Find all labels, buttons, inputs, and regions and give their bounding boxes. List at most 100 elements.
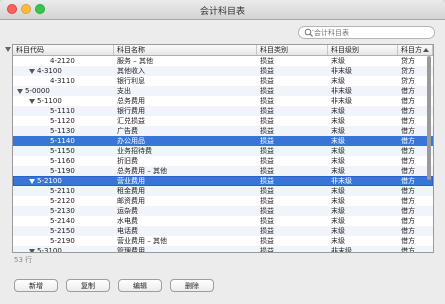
table-row[interactable]: 5-2110 租金费用 损益 末级 借方 xyxy=(13,186,433,196)
cell-level: 末级 xyxy=(331,126,398,136)
cell-direction: 借方 xyxy=(401,196,433,206)
cell-name: 电话费 xyxy=(117,226,257,236)
table-row[interactable]: 5-1140 办公用品 损益 末级 借方 xyxy=(13,136,433,146)
cell-text: 非末级 xyxy=(331,67,352,75)
cell-text: 贷方 xyxy=(401,77,415,85)
cell-code: 5-2120 xyxy=(50,196,114,206)
cell-text: 5-1100 xyxy=(37,97,62,105)
column-header-name[interactable]: 科目名称 xyxy=(114,45,257,55)
cell-level: 非末级 xyxy=(331,246,398,252)
cell-code: 5-1130 xyxy=(50,126,114,136)
cell-text: 借方 xyxy=(401,127,415,135)
cell-level: 非末级 xyxy=(331,86,398,96)
cell-text: 损益 xyxy=(260,157,274,165)
cell-level: 非末级 xyxy=(331,66,398,76)
disclosure-triangle-icon[interactable] xyxy=(29,178,35,184)
table-row[interactable]: 5-1130 广告费 损益 末级 借方 xyxy=(13,126,433,136)
table-row[interactable]: 5-1160 折旧费 损益 末级 借方 xyxy=(13,156,433,166)
table-header: 科目代码 科目名称 科目类别 科目级别 科目方 xyxy=(13,45,433,56)
disclosure-triangle-icon[interactable] xyxy=(29,98,35,104)
cell-text: 5-2110 xyxy=(50,187,75,195)
cell-level: 末级 xyxy=(331,136,398,146)
delete-button[interactable]: 删除 xyxy=(170,279,214,292)
cell-text: 末级 xyxy=(331,127,345,135)
cell-text: 非末级 xyxy=(331,87,352,95)
copy-button[interactable]: 复制 xyxy=(66,279,110,292)
disclosure-triangle-icon[interactable] xyxy=(29,248,35,252)
cell-text: 电话费 xyxy=(117,227,138,235)
cell-code: 5-1120 xyxy=(50,116,114,126)
cell-category: 损益 xyxy=(260,136,328,146)
column-header-level[interactable]: 科目级别 xyxy=(328,45,398,55)
vertical-scrollbar[interactable] xyxy=(427,56,431,180)
column-header-direction[interactable]: 科目方 xyxy=(398,45,433,55)
cell-text: 末级 xyxy=(331,57,345,65)
search-input[interactable] xyxy=(314,27,426,38)
cell-name: 管理费用 xyxy=(117,246,257,252)
cell-code: 5-1150 xyxy=(50,146,114,156)
cell-text: 末级 xyxy=(331,237,345,245)
cell-category: 损益 xyxy=(260,196,328,206)
table-row[interactable]: 5-0000 支出 损益 非末级 借方 xyxy=(13,86,433,96)
table-row[interactable]: 4-3100 其他收入 损益 非末级 贷方 xyxy=(13,66,433,76)
table-row[interactable]: 4-3110 银行利息 损益 末级 贷方 xyxy=(13,76,433,86)
table-row[interactable]: 5-1190 总务费用 – 其他 损益 末级 借方 xyxy=(13,166,433,176)
cell-code: 5-1110 xyxy=(50,106,114,116)
cell-category: 损益 xyxy=(260,66,328,76)
cell-text: 借方 xyxy=(401,97,415,105)
table-row[interactable]: 5-1100 总务费用 损益 非末级 借方 xyxy=(13,96,433,106)
column-header-code[interactable]: 科目代码 xyxy=(13,45,114,55)
table-row[interactable]: 5-2150 电话费 损益 末级 借方 xyxy=(13,226,433,236)
cell-code: 5-1160 xyxy=(50,156,114,166)
cell-text: 末级 xyxy=(331,157,345,165)
cell-text: 借方 xyxy=(401,227,415,235)
add-button[interactable]: 新增 xyxy=(14,279,58,292)
cell-category: 损益 xyxy=(260,216,328,226)
cell-text: 5-1150 xyxy=(50,147,75,155)
cell-level: 末级 xyxy=(331,76,398,86)
cell-text: 损益 xyxy=(260,97,274,105)
cell-text: 银行费用 xyxy=(117,107,145,115)
disclosure-triangle-icon[interactable] xyxy=(17,88,23,94)
cell-text: 损益 xyxy=(260,127,274,135)
cell-text: 损益 xyxy=(260,57,274,65)
search-field[interactable] xyxy=(298,26,435,39)
table-row[interactable]: 5-2190 营业费用 – 其他 损益 末级 借方 xyxy=(13,236,433,246)
column-header-direction-label: 科目方 xyxy=(401,46,422,54)
table-row[interactable]: 5-2130 运杂费 损益 末级 借方 xyxy=(13,206,433,216)
outline-disclosure-icon[interactable] xyxy=(5,47,11,52)
cell-level: 末级 xyxy=(331,166,398,176)
cell-direction: 借方 xyxy=(401,206,433,216)
table-row[interactable]: 5-2100 营业费用 损益 非末级 借方 xyxy=(13,176,433,186)
accounts-table[interactable]: 科目代码 科目名称 科目类别 科目级别 科目方 4-2120 服务 – 其他 损益末… xyxy=(12,44,434,253)
cell-category: 损益 xyxy=(260,146,328,156)
cell-text: 损益 xyxy=(260,147,274,155)
cell-code: 5-1100 xyxy=(29,96,114,106)
table-row[interactable]: 5-2120 邮资费用 损益 末级 借方 xyxy=(13,196,433,206)
cell-text: 折旧费 xyxy=(117,157,138,165)
disclosure-triangle-icon[interactable] xyxy=(29,68,35,74)
cell-category: 损益 xyxy=(260,96,328,106)
table-row[interactable]: 4-2120 服务 – 其他 损益 末级 贷方 xyxy=(13,56,433,66)
cell-category: 损益 xyxy=(260,126,328,136)
cell-level: 非末级 xyxy=(331,96,398,106)
window: 会计科目表 科目代码 科目名称 科目类别 科目级别 科目方 4-2120 服务 –… xyxy=(0,0,445,304)
cell-text: 5-2120 xyxy=(50,197,75,205)
cell-level: 非末级 xyxy=(331,176,398,186)
cell-text: 5-1110 xyxy=(50,107,75,115)
table-row[interactable]: 5-1120 汇兑损益 损益 末级 借方 xyxy=(13,116,433,126)
edit-button[interactable]: 编辑 xyxy=(118,279,162,292)
table-row[interactable]: 5-1150 业务招待费 损益 末级 借方 xyxy=(13,146,433,156)
cell-name: 总务费用 – 其他 xyxy=(117,166,257,176)
cell-category: 损益 xyxy=(260,166,328,176)
cell-text: 损益 xyxy=(260,167,274,175)
cell-text: 借方 xyxy=(401,247,415,253)
cell-category: 损益 xyxy=(260,156,328,166)
cell-text: 损益 xyxy=(260,67,274,75)
table-row[interactable]: 5-1110 银行费用 损益 末级 借方 xyxy=(13,106,433,116)
column-header-category[interactable]: 科目类别 xyxy=(257,45,328,55)
cell-category: 损益 xyxy=(260,116,328,126)
table-row[interactable]: 5-2140 水电费 损益 末级 借方 xyxy=(13,216,433,226)
cell-text: 运杂费 xyxy=(117,207,138,215)
table-row[interactable]: 5-3100 管理费用 损益 非末级 借方 xyxy=(13,246,433,253)
